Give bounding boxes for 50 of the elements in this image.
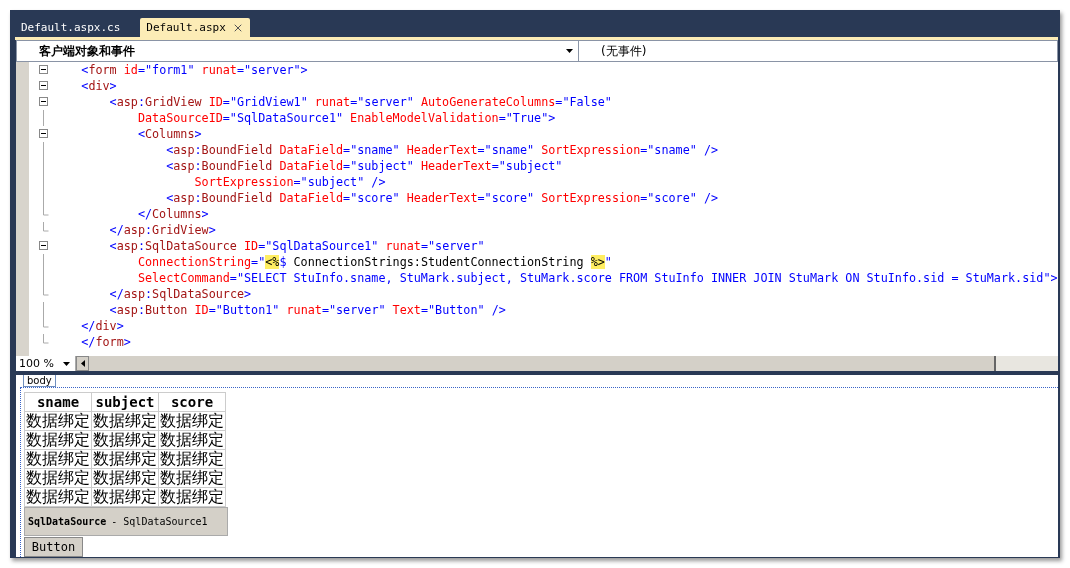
code-line: DataSourceID="SqlDataSource1" EnableModelValidation="True"> [136,110,556,126]
table-cell: 数据绑定 [158,449,226,469]
code-line: <asp:BoundField DataField="subject" HeaderText="subject" [165,158,563,174]
code-line: <form id="form1" runat="server"> [80,62,308,78]
code-line: <asp:Button ID="Button1" runat="server" Text="Button" /> [108,302,506,318]
code-line: </div> [80,318,124,334]
table-cell: 数据绑定 [24,487,92,507]
table-cell: 数据绑定 [91,411,159,431]
code-line: </form> [80,334,131,350]
file-tab[interactable]: Default.aspx.cs [15,18,127,37]
collapse-icon[interactable] [39,97,48,106]
table-cell: 数据绑定 [91,430,159,450]
table-cell: 数据绑定 [91,487,159,507]
scroll-left-button[interactable] [76,356,89,371]
column-header: score [158,392,226,412]
collapse-icon[interactable] [39,241,48,250]
data-source-control[interactable]: SqlDataSource - SqlDataSource1 [24,507,228,536]
code-line: </asp:GridView> [108,222,216,238]
column-header: subject [91,392,159,412]
collapse-icon[interactable] [39,129,48,138]
file-tab[interactable]: Default.aspx [140,18,250,37]
collapse-icon[interactable] [39,65,48,74]
collapse-icon[interactable] [39,81,48,90]
table-cell: 数据绑定 [158,411,226,431]
code-line: <Columns> [136,126,202,142]
code-line: <asp:GridView ID="GridView1" runat="server" AutoGenerateColumns="False" [108,94,612,110]
column-header: sname [24,392,92,412]
table-cell: 数据绑定 [91,468,159,488]
table-cell: 数据绑定 [158,487,226,507]
code-line: SelectCommand="SELECT StuInfo.sname, StuMark.subject, StuMark.score FROM StuInfo INNER JOIN StuMark ON StuInfo.sid = StuMark.sid"> [136,270,1058,286]
table-cell: 数据绑定 [24,468,92,488]
left-arrow-icon [80,360,85,367]
tag-label[interactable]: body [23,375,56,387]
code-line: SortExpression="subject" /> [193,174,386,190]
table-cell: 数据绑定 [24,449,92,469]
code-line: </Columns> [136,206,209,222]
table-cell: 数据绑定 [24,411,92,431]
scrollbar-thumb[interactable] [89,356,996,371]
button-control[interactable]: Button [24,537,83,557]
table-cell: 数据绑定 [24,430,92,450]
code-line: <asp:BoundField DataField="sname" HeaderText="sname" SortExpression="sname" /> [165,142,719,158]
code-line: </asp:SqlDataSource> [108,286,252,302]
caret-icon [566,49,573,53]
table-cell: 数据绑定 [91,449,159,469]
table-cell: 数据绑定 [158,430,226,450]
caret-icon [63,361,70,366]
code-line: <asp:BoundField DataField="score" HeaderText="score" SortExpression="score" /> [165,190,719,206]
code-line: <asp:SqlDataSource ID="SqlDataSource1" runat="server" [108,238,485,254]
code-line: <div> [80,78,117,94]
table-cell: 数据绑定 [158,468,226,488]
